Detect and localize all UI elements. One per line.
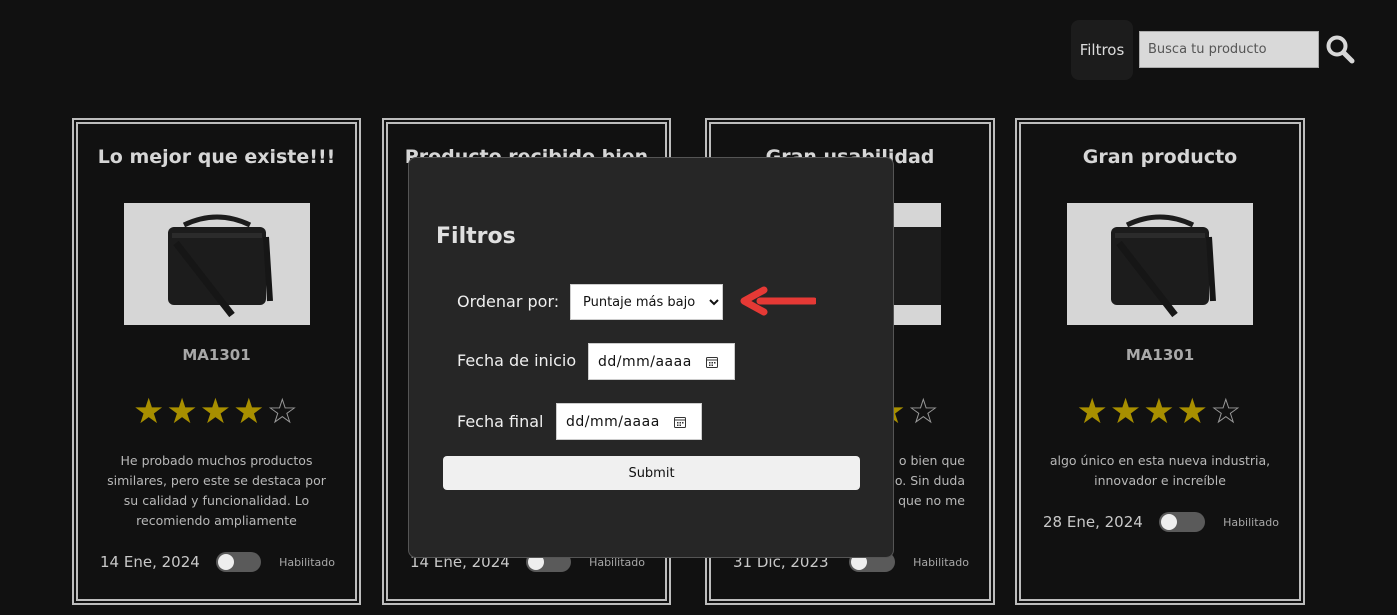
toggle-knob [217,554,234,570]
card-title: Gran producto [1082,146,1238,168]
product-image [1067,203,1253,325]
end-date-label: Fecha final [457,412,544,431]
review-date: 14 Ene, 2024 [100,553,200,571]
start-date-input[interactable]: dd/mm/aaaa [588,343,735,380]
review-text: He probado muchos productos similares, p… [107,453,326,528]
card-footer: 14 Ene, 2024 Habilitado [100,551,335,573]
toggle-label: Habilitado [1223,515,1279,529]
filters-button[interactable]: Filtros [1071,20,1133,80]
review-card: Lo mejor que existe!!! MA1301 ★★★★☆ He p… [72,118,361,605]
star-empty-icon: ☆ [907,392,941,432]
review-date: 28 Ene, 2024 [1043,513,1143,531]
enabled-toggle[interactable] [215,552,262,572]
top-search-bar: Filtros [1071,20,1361,80]
toggle-label: Habilitado [913,555,969,569]
star-empty-icon: ☆ [1210,392,1244,432]
end-date-placeholder: dd/mm/aaaa [566,413,660,430]
end-date-input[interactable]: dd/mm/aaaa [556,403,702,440]
sort-select[interactable]: Puntaje más bajo [570,284,723,320]
toggle-label: Habilitado [279,555,335,569]
calendar-icon[interactable] [673,416,686,428]
filters-modal: Filtros Ordenar por: Puntaje más bajo Fe… [408,157,894,558]
search-input[interactable] [1139,31,1319,68]
card-title: Lo mejor que existe!!! [97,146,336,168]
star-rating: ★★★★☆ [78,392,355,432]
calendar-icon[interactable] [705,356,718,368]
start-date-label: Fecha de inicio [457,351,577,370]
star-rating: ★★★★☆ [1021,392,1299,432]
review-card: Gran producto MA1301 ★★★★☆ algo único en… [1015,118,1305,605]
star-full-icon: ★★★★ [133,392,267,432]
star-empty-icon: ☆ [266,392,300,432]
submit-button[interactable]: Submit [443,456,860,490]
toggle-knob [1161,514,1178,530]
sort-label: Ordenar por: [457,292,560,311]
card-footer: 28 Ene, 2024 Habilitado [1043,511,1279,533]
star-full-icon: ★★★★ [1076,392,1211,432]
product-model: MA1301 [182,346,251,364]
enabled-toggle[interactable] [1159,512,1206,532]
start-date-placeholder: dd/mm/aaaa [598,353,692,370]
arrow-left-icon [740,286,816,316]
product-model: MA1301 [1125,346,1195,364]
review-text: algo único en esta nueva industria, inno… [1049,453,1271,488]
search-icon[interactable] [1325,34,1355,64]
product-image [123,203,310,325]
modal-title: Filtros [436,224,516,249]
